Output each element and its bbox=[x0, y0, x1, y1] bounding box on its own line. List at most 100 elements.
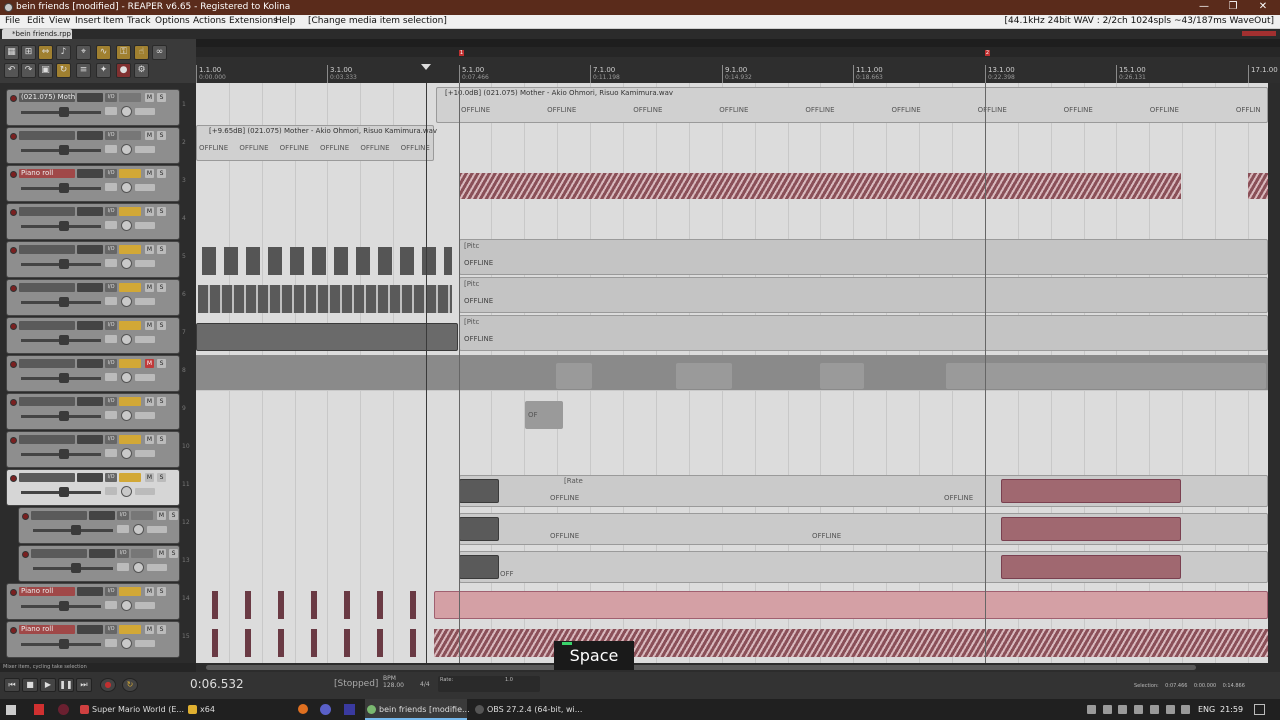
menu-insert[interactable]: Insert bbox=[75, 16, 101, 26]
solo-button[interactable]: S bbox=[157, 245, 166, 254]
track-header[interactable]: I/O M S bbox=[6, 355, 180, 392]
io-button[interactable]: I/O bbox=[105, 397, 117, 406]
mute-button[interactable]: M bbox=[145, 207, 154, 216]
vivaldi-icon[interactable] bbox=[34, 704, 44, 715]
solo-button[interactable]: S bbox=[157, 321, 166, 330]
fx-button[interactable] bbox=[119, 207, 141, 216]
pan-knob[interactable] bbox=[121, 486, 132, 497]
pan-knob[interactable] bbox=[121, 106, 132, 117]
taskbar-app[interactable]: x64 bbox=[186, 699, 286, 720]
record-arm-button[interactable] bbox=[10, 247, 17, 254]
track-header[interactable]: I/O M S bbox=[6, 279, 180, 316]
midi-item[interactable] bbox=[196, 323, 458, 351]
volume-fader-knob[interactable] bbox=[59, 449, 69, 459]
save-icon[interactable]: ▣ bbox=[38, 63, 53, 78]
volume-fader-knob[interactable] bbox=[71, 525, 81, 535]
media-item[interactable] bbox=[1001, 517, 1181, 541]
record-arm-button[interactable] bbox=[22, 551, 29, 558]
ripple-icon[interactable]: ⇔ bbox=[38, 45, 53, 60]
track-name[interactable]: Piano roll bbox=[19, 169, 75, 178]
io-button[interactable]: I/O bbox=[117, 549, 129, 558]
fx-button[interactable] bbox=[119, 169, 141, 178]
selection-length[interactable]: 0:14.866 bbox=[1223, 683, 1245, 689]
region-marker-2[interactable]: 2 bbox=[985, 50, 990, 56]
mute-button[interactable]: M bbox=[145, 93, 154, 102]
track-name[interactable] bbox=[19, 397, 75, 406]
record-arm-button[interactable] bbox=[10, 95, 17, 102]
play-icon[interactable]: ▶ bbox=[40, 678, 56, 692]
io-button[interactable]: I/O bbox=[105, 283, 117, 292]
track-header[interactable]: Piano roll I/O M S bbox=[6, 583, 180, 620]
solo-button[interactable]: S bbox=[157, 283, 166, 292]
mute-button[interactable]: M bbox=[145, 321, 154, 330]
record-arm-button[interactable] bbox=[10, 171, 17, 178]
skip-end-icon[interactable]: ⏭ bbox=[76, 678, 92, 692]
record-arm-button[interactable] bbox=[10, 475, 17, 482]
menu-view[interactable]: View bbox=[49, 16, 70, 26]
volume-fader-knob[interactable] bbox=[59, 639, 69, 649]
tray-icon[interactable] bbox=[1103, 705, 1112, 714]
track-header[interactable]: Piano roll I/O M S bbox=[6, 165, 180, 202]
volume-fader-knob[interactable] bbox=[59, 145, 69, 155]
record-arm-button[interactable] bbox=[10, 589, 17, 596]
cursor-icon[interactable]: ☝ bbox=[134, 45, 149, 60]
midi-item[interactable] bbox=[212, 591, 422, 619]
solo-button[interactable]: S bbox=[157, 207, 166, 216]
midi-item[interactable] bbox=[198, 285, 452, 313]
link-icon[interactable]: ∞ bbox=[152, 45, 167, 60]
track-name[interactable]: Piano roll bbox=[19, 625, 75, 634]
track-header[interactable]: (021.075) Mothe I/O M S bbox=[6, 89, 180, 126]
trim-icon[interactable]: ⌖ bbox=[76, 45, 91, 60]
record-arm-button[interactable] bbox=[10, 437, 17, 444]
mute-button[interactable]: M bbox=[145, 435, 154, 444]
lock-icon[interactable]: ⚿ bbox=[116, 45, 131, 60]
app-icon[interactable] bbox=[344, 704, 355, 715]
undo-icon[interactable]: ↶ bbox=[4, 63, 19, 78]
mute-button[interactable]: M bbox=[145, 131, 154, 140]
start-menu-icon[interactable] bbox=[6, 705, 16, 715]
pan-knob[interactable] bbox=[121, 410, 132, 421]
volume-fader-knob[interactable] bbox=[59, 487, 69, 497]
record-arm-button[interactable] bbox=[10, 133, 17, 140]
media-item[interactable] bbox=[1001, 555, 1181, 579]
track-name[interactable] bbox=[19, 283, 75, 292]
media-item[interactable] bbox=[1001, 479, 1181, 503]
io-button[interactable]: I/O bbox=[105, 245, 117, 254]
horizontal-scrollbar[interactable] bbox=[196, 663, 1280, 672]
fx-button[interactable] bbox=[119, 359, 141, 368]
record-arm-button[interactable] bbox=[10, 209, 17, 216]
envelope-icon[interactable]: ∿ bbox=[96, 45, 111, 60]
track-header[interactable]: I/O M S bbox=[6, 393, 180, 430]
media-item[interactable]: [Pitc OFFLINE bbox=[459, 277, 1268, 313]
grid-icon[interactable]: ▦ bbox=[4, 45, 19, 60]
repeat-icon[interactable]: ↻ bbox=[122, 678, 138, 692]
volume-fader-knob[interactable] bbox=[59, 297, 69, 307]
io-button[interactable]: I/O bbox=[105, 321, 117, 330]
record-icon[interactable]: ● bbox=[100, 678, 116, 692]
track-name[interactable]: (021.075) Mothe bbox=[19, 93, 75, 102]
record-arm-button[interactable] bbox=[10, 627, 17, 634]
midi-item[interactable] bbox=[434, 591, 1268, 619]
media-item[interactable] bbox=[459, 555, 499, 579]
menu-track[interactable]: Track bbox=[127, 16, 151, 26]
io-button[interactable]: I/O bbox=[105, 169, 117, 178]
media-item[interactable] bbox=[946, 363, 1266, 389]
volume-fader-knob[interactable] bbox=[59, 373, 69, 383]
fx-button[interactable] bbox=[119, 473, 141, 482]
mute-button[interactable]: M bbox=[145, 587, 154, 596]
pan-knob[interactable] bbox=[133, 562, 144, 573]
mute-button[interactable]: M bbox=[145, 245, 154, 254]
fx-button[interactable] bbox=[119, 397, 141, 406]
tray-icon[interactable] bbox=[1134, 705, 1143, 714]
io-button[interactable]: I/O bbox=[105, 359, 117, 368]
track-header[interactable]: I/O M S bbox=[18, 545, 180, 582]
track-name[interactable] bbox=[19, 207, 75, 216]
solo-button[interactable]: S bbox=[157, 169, 166, 178]
io-button[interactable]: I/O bbox=[105, 625, 117, 634]
mute-button[interactable]: M bbox=[145, 169, 154, 178]
io-button[interactable]: I/O bbox=[105, 473, 117, 482]
volume-fader-knob[interactable] bbox=[59, 335, 69, 345]
track-header[interactable]: I/O M S bbox=[6, 431, 180, 468]
midi-item[interactable] bbox=[212, 629, 422, 657]
pan-knob[interactable] bbox=[121, 600, 132, 611]
